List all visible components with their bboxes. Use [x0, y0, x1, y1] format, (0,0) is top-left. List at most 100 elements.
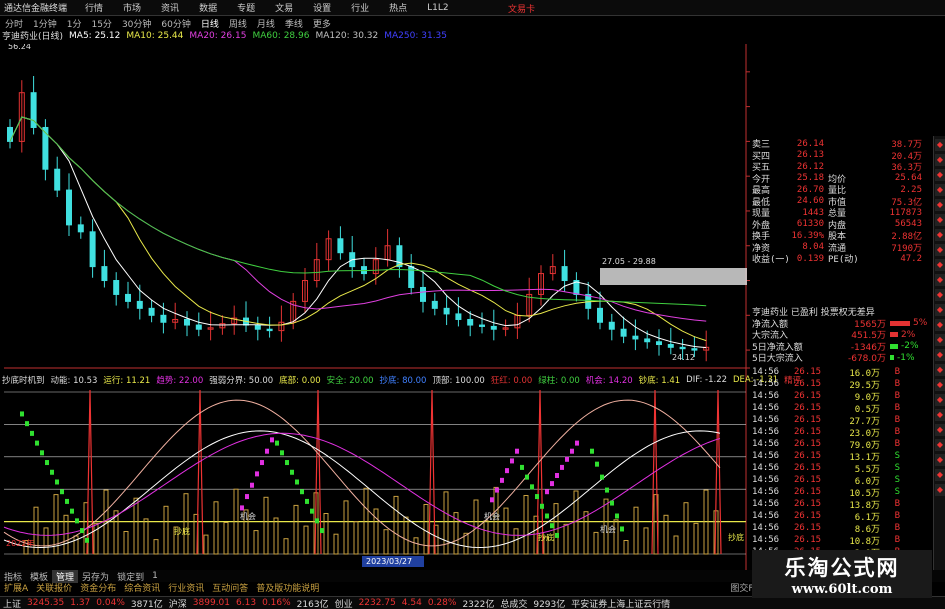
side-button[interactable]: ◆: [935, 214, 945, 226]
indicator-legend-item: 安全: 20.00: [326, 375, 374, 386]
side-button[interactable]: ◆: [935, 184, 945, 196]
volume-bar: [53, 494, 59, 555]
side-button[interactable]: ◆: [935, 409, 945, 421]
side-button[interactable]: ◆: [935, 259, 945, 271]
volume-bar: [303, 525, 309, 555]
trend-block: [515, 448, 519, 454]
trend-block: [300, 489, 304, 495]
side-button[interactable]: ◆: [935, 169, 945, 181]
volume-bar: [513, 528, 519, 555]
side-button[interactable]: ◆: [935, 484, 945, 496]
trend-block: [295, 479, 299, 485]
trend-block: [245, 494, 249, 500]
candle-body: [632, 335, 639, 340]
tick-direction: B: [894, 535, 900, 545]
volume-bar: [153, 539, 159, 555]
side-button[interactable]: ◆: [935, 364, 945, 376]
tick-row: 14:56 26.15 6.0万 S: [752, 474, 928, 487]
side-button[interactable]: ◆: [935, 319, 945, 331]
period-item[interactable]: 更多: [308, 17, 336, 30]
side-button[interactable]: ◆: [935, 439, 945, 451]
side-button[interactable]: ◆: [935, 139, 945, 151]
side-button[interactable]: ◆: [935, 289, 945, 301]
signal-spike: [536, 389, 544, 555]
trend-block: [600, 474, 604, 480]
side-button[interactable]: ◆: [935, 454, 945, 466]
side-button[interactable]: ◆: [935, 394, 945, 406]
volume-bar: [503, 507, 509, 555]
side-button[interactable]: ◆: [935, 349, 945, 361]
info-tab[interactable]: 普及版功能说明: [252, 581, 323, 594]
volume-bar: [43, 527, 49, 555]
candle-body: [195, 324, 202, 330]
side-button[interactable]: ◆: [935, 334, 945, 346]
fund-bar: [890, 332, 898, 338]
candle-body: [184, 318, 190, 326]
candle-body: [656, 341, 662, 346]
quote-value: 26.14: [796, 138, 824, 149]
period-item[interactable]: 月线: [252, 17, 280, 30]
side-button[interactable]: ◆: [935, 244, 945, 256]
info-tab[interactable]: 资金分布: [76, 581, 120, 594]
tick-direction: S: [894, 487, 900, 497]
period-item[interactable]: 周线: [224, 17, 252, 30]
menu-item[interactable]: 行情: [75, 1, 113, 14]
tick-direction: B: [894, 403, 900, 413]
info-tab[interactable]: 关联报价: [32, 581, 76, 594]
period-item-selected[interactable]: 日线: [196, 17, 224, 30]
volume-bar: [693, 522, 699, 555]
menu-item[interactable]: 市场: [113, 1, 151, 14]
quote-value: 47.2: [900, 253, 922, 264]
period-item[interactable]: 30分钟: [117, 17, 156, 30]
kline-chart[interactable]: 4542.54037.53532.53027.52556.24 27.05 - …: [0, 44, 750, 570]
side-button[interactable]: ◆: [935, 469, 945, 481]
trend-block: [75, 518, 79, 524]
indicator-legend-item: 趋势: 22.00: [156, 375, 204, 386]
menu-item[interactable]: 资讯: [151, 1, 189, 14]
signal-label: 抄底: [728, 532, 744, 542]
tab-item[interactable]: 1: [148, 571, 162, 581]
side-button[interactable]: ◆: [935, 229, 945, 241]
menu-item[interactable]: 文易: [265, 1, 303, 14]
tick-direction: B: [894, 379, 900, 389]
indicator-legend-item: 抄底时机到: [2, 375, 45, 386]
indicator-legend-item: 动能: 10.53: [50, 375, 98, 386]
tick-time: 14:56: [752, 523, 780, 533]
volume-bar: [333, 533, 339, 555]
side-button[interactable]: ◆: [935, 424, 945, 436]
tick-price: 26.15: [794, 415, 822, 425]
period-item[interactable]: 分时: [0, 17, 28, 30]
volume-bar: [253, 530, 259, 555]
side-button[interactable]: ◆: [935, 154, 945, 166]
menu-item[interactable]: 行业: [341, 1, 379, 14]
indicator-legend: 抄底时机到 动能: 10.53 运行: 11.21 趋势: 22.00 强弱分界: 50…: [2, 374, 807, 386]
stock-title: 亨迪药业(日线): [2, 32, 64, 42]
candle-body: [561, 266, 568, 282]
period-item[interactable]: 1分: [62, 17, 87, 30]
trade-card-link[interactable]: 文易卡: [508, 2, 535, 15]
menu-item[interactable]: 热点: [379, 1, 417, 14]
info-tab[interactable]: 行业资讯: [164, 581, 208, 594]
period-item[interactable]: 60分钟: [156, 17, 195, 30]
trend-block: [60, 489, 64, 495]
side-button[interactable]: ◆: [935, 274, 945, 286]
tick-time: 14:56: [752, 487, 780, 497]
side-button[interactable]: ◆: [935, 304, 945, 316]
menu-item[interactable]: L1L2: [417, 3, 458, 13]
side-button[interactable]: ◆: [935, 379, 945, 391]
info-tab[interactable]: 扩展A: [0, 581, 32, 594]
side-button[interactable]: ◆: [935, 199, 945, 211]
menu-item[interactable]: 数据: [189, 1, 227, 14]
quote-value: 36.3万: [891, 163, 922, 174]
info-tab[interactable]: 综合资讯: [120, 581, 164, 594]
info-tab[interactable]: 互动问答: [208, 581, 252, 594]
period-item[interactable]: 季线: [280, 17, 308, 30]
tick-price: 26.15: [794, 499, 822, 509]
menu-item[interactable]: 设置: [303, 1, 341, 14]
menu-item[interactable]: 专题: [227, 1, 265, 14]
period-item[interactable]: 1分钟: [28, 17, 62, 30]
period-item[interactable]: 15分: [86, 17, 116, 30]
trend-block: [610, 500, 614, 506]
trend-block: [540, 503, 544, 509]
status-item: 4.54: [401, 598, 422, 608]
